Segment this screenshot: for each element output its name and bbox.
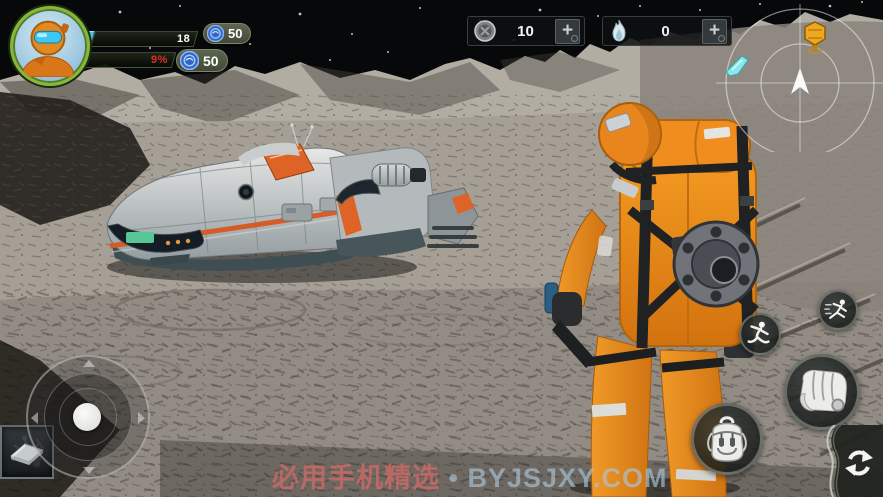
- fuel-add-button[interactable]: +: [702, 19, 727, 44]
- punch-button[interactable]: [784, 354, 860, 430]
- flame-icon: [609, 19, 629, 43]
- sprint-figure-icon: [824, 296, 852, 324]
- currency-value-2: 50: [203, 53, 219, 69]
- backpack-button[interactable]: [691, 403, 763, 475]
- currency-value-1: 50: [228, 26, 242, 41]
- game-screen: 18 9% 50 50 10 +: [0, 0, 883, 497]
- fuel-value: 0: [629, 23, 702, 40]
- swap-weapon-button[interactable]: [803, 425, 883, 497]
- joystick-left-arrow-icon: [31, 412, 38, 424]
- fist-icon: [794, 364, 850, 420]
- oxygen-orb-icon: [474, 20, 496, 42]
- ship-marker-icon: [726, 56, 748, 76]
- objective-marker-icon: [805, 22, 825, 54]
- blue-coin-icon: [207, 25, 224, 42]
- blue-coin-icon: [180, 51, 199, 70]
- joystick-right-arrow-icon: [138, 412, 145, 424]
- joystick-down-arrow-icon: [83, 467, 95, 474]
- fuel-counter-panel: 0 +: [602, 16, 732, 46]
- oxygen-value: 10: [496, 23, 555, 40]
- minimap-radar[interactable]: [708, 0, 883, 152]
- astronaut-portrait-icon: [13, 9, 81, 77]
- player-avatar[interactable]: [10, 6, 90, 86]
- energy-value: 9%: [151, 54, 168, 66]
- currency-badge-2[interactable]: 50: [176, 49, 228, 72]
- currency-badge-1[interactable]: 50: [203, 23, 251, 44]
- joystick-up-arrow-icon: [83, 360, 95, 367]
- movement-joystick[interactable]: [26, 355, 150, 479]
- health-bar: 18: [90, 31, 199, 47]
- joystick-knob[interactable]: [73, 403, 101, 431]
- oxygen-counter-panel: 10 +: [467, 16, 585, 46]
- jump-button[interactable]: [739, 313, 781, 355]
- backpack-icon: [701, 413, 753, 465]
- jump-figure-icon: [745, 319, 775, 349]
- oxygen-add-button[interactable]: +: [555, 19, 580, 44]
- health-value: 18: [177, 33, 190, 45]
- sprint-button[interactable]: [818, 290, 858, 330]
- energy-bar: 9%: [84, 52, 177, 68]
